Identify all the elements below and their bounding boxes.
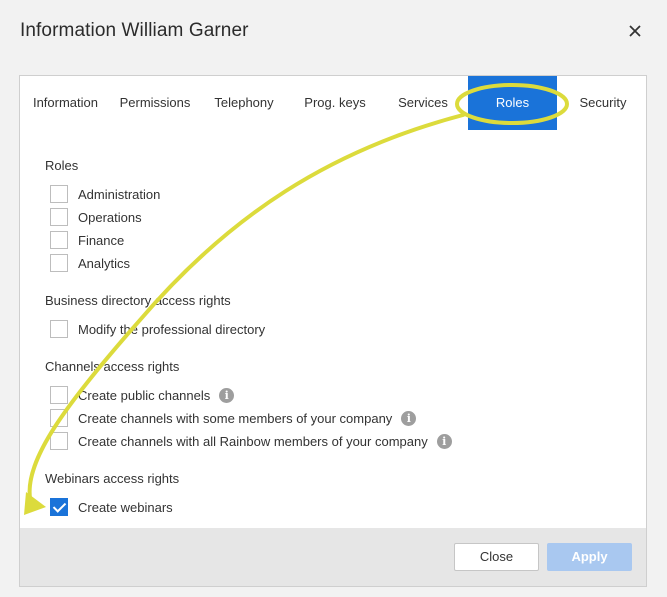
role-finance[interactable]: Finance xyxy=(50,230,124,250)
checkbox[interactable] xyxy=(50,185,68,203)
checkbox-label: Finance xyxy=(78,232,125,248)
checkbox[interactable] xyxy=(50,231,68,249)
info-icon[interactable]: i xyxy=(219,387,235,403)
webinars-section-title: Webinars access rights xyxy=(45,471,180,486)
user-info-dialog: Information Permissions Telephony Prog. … xyxy=(19,75,647,587)
dialog-title: Information William Garner xyxy=(20,20,249,41)
close-icon[interactable] xyxy=(624,20,646,42)
directory-section-title: Business directory access rights xyxy=(45,293,231,308)
checkbox-label: Create channels with some members of you… xyxy=(78,410,393,426)
checkbox-label: Create public channels xyxy=(78,387,211,403)
tab-bar: Information Permissions Telephony Prog. … xyxy=(20,76,646,130)
checkbox-label: Modify the professional directory xyxy=(78,321,266,337)
checkbox-label: Administration xyxy=(78,186,161,202)
channel-public[interactable]: Create public channels i xyxy=(50,385,235,405)
checkbox-label: Operations xyxy=(78,209,142,225)
checkbox-label: Create channels with all Rainbow members… xyxy=(78,433,428,449)
checkbox[interactable] xyxy=(50,409,68,427)
close-button[interactable]: Close xyxy=(454,543,539,571)
directory-modify[interactable]: Modify the professional directory xyxy=(50,319,265,339)
role-analytics[interactable]: Analytics xyxy=(50,253,130,273)
checkbox[interactable] xyxy=(50,254,68,272)
info-icon[interactable]: i xyxy=(436,433,452,449)
webinar-create[interactable]: Create webinars xyxy=(50,497,173,517)
checkbox-label: Analytics xyxy=(78,255,131,271)
tab-roles[interactable]: Roles xyxy=(468,76,557,130)
checkbox[interactable] xyxy=(50,386,68,404)
checkbox-label: Create webinars xyxy=(78,499,173,515)
role-administration[interactable]: Administration xyxy=(50,184,160,204)
tab-security[interactable]: Security xyxy=(566,76,640,130)
info-icon[interactable]: i xyxy=(401,410,417,426)
channel-all-members[interactable]: Create channels with all Rainbow members… xyxy=(50,431,452,451)
channels-section-title: Channels access rights xyxy=(45,359,180,374)
role-operations[interactable]: Operations xyxy=(50,207,142,227)
tab-telephony[interactable]: Telephony xyxy=(203,76,285,130)
apply-button[interactable]: Apply xyxy=(547,543,632,571)
tab-permissions[interactable]: Permissions xyxy=(111,76,199,130)
roles-panel: Roles Administration Operations Finance … xyxy=(20,130,646,528)
checkbox[interactable] xyxy=(50,320,68,338)
tab-prog-keys[interactable]: Prog. keys xyxy=(293,76,377,130)
checkbox-checked[interactable] xyxy=(50,498,68,516)
tab-information[interactable]: Information xyxy=(20,76,111,130)
roles-section-title: Roles xyxy=(45,158,79,173)
dialog-footer: Close Apply xyxy=(20,528,646,586)
checkbox[interactable] xyxy=(50,208,68,226)
channel-some-members[interactable]: Create channels with some members of you… xyxy=(50,408,417,428)
checkbox[interactable] xyxy=(50,432,68,450)
tab-services[interactable]: Services xyxy=(388,76,458,130)
